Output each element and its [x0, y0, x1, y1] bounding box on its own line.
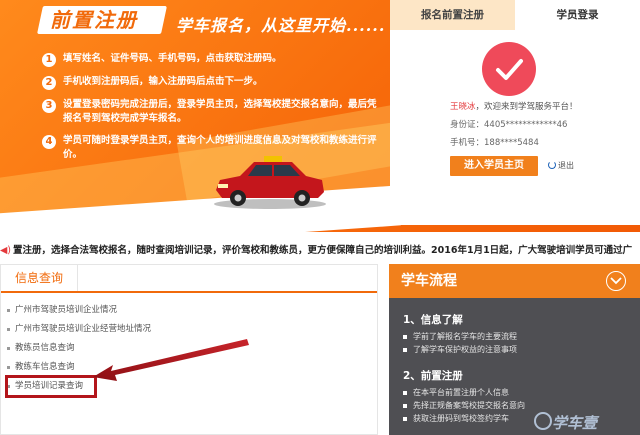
bullet-icon [403, 416, 407, 421]
bullet-icon [7, 347, 10, 350]
car-illustration [214, 156, 326, 209]
checkmark-icon [496, 59, 523, 80]
learn-process-header: 学车流程 [389, 264, 640, 298]
list-item-label: 广州市驾驶员培训企业情况 [15, 305, 118, 315]
id-value: 4405************46 [484, 120, 568, 130]
hero-title: 前置注册 [50, 8, 138, 32]
bullet-icon [7, 328, 10, 331]
list-item-label: 在本平台前置注册个人信息 [413, 388, 509, 397]
announcement-marquee: ◀) 置注册，选择合法驾校报名，随时查阅培训记录，评价驾校和教练员，更方便保障自己… [0, 238, 640, 256]
section-heading: 2、前置注册 [403, 370, 463, 382]
phone-value: 188****5484 [484, 138, 539, 148]
step-number: 3 [42, 99, 56, 113]
logout-link[interactable]: 退出 [548, 160, 574, 171]
info-query-panel: 信息查询 广州市驾驶员培训企业情况 广州市驾驶员培训企业经营地址情况 教练员信息… [0, 264, 378, 435]
bullet-icon [403, 334, 407, 339]
step-number: 4 [42, 135, 56, 149]
phone-label: 手机号： [450, 138, 485, 148]
learn-process-body: 1、信息了解 学前了解报名学车的主要流程 了解学车保护权益的注意事项 2、前置注… [389, 298, 640, 425]
announcement-text: 置注册，选择合法驾校报名，随时查阅培训记录，评价驾校和教练员，更方便保障自己的培… [13, 245, 633, 256]
info-query-tab[interactable]: 信息查询 [1, 265, 79, 291]
step-number: 1 [42, 53, 56, 67]
bullet-icon [7, 309, 10, 312]
login-body: 王晓冰，欢迎来到学驾服务平台！ 身份证：4405************46 手… [390, 30, 640, 225]
chevron-down-icon[interactable] [606, 271, 626, 291]
login-tabs: 报名前置注册 学员登录 [390, 0, 640, 30]
list-item[interactable]: 了解学车保护权益的注意事项 [403, 343, 628, 356]
bullet-icon [7, 366, 10, 369]
list-item[interactable]: 在本平台前置注册个人信息 [403, 386, 628, 399]
id-label: 身份证： [450, 120, 485, 130]
list-item-label: 了解学车保护权益的注意事项 [413, 345, 517, 354]
id-card-row: 身份证：4405************46 [450, 118, 567, 130]
bullet-icon [403, 390, 407, 395]
phone-row: 手机号：188****5484 [450, 136, 539, 148]
step-text: 填写姓名、证件号码、手机号码，点击获取注册码。 [63, 53, 282, 64]
speaker-icon: ◀) [0, 245, 12, 256]
info-query-title: 信息查询 [15, 271, 64, 285]
pointer-arrow-icon [93, 339, 249, 381]
page: 前置注册 学车报名，从这里开始...... 1 填写姓名、证件号码、手机号码，点… [0, 0, 640, 435]
highlight-box [5, 375, 97, 398]
list-item[interactable]: 广州市驾驶员培训企业情况 [7, 301, 377, 320]
bullet-icon [403, 403, 407, 408]
welcome-text: ，欢迎来到学驾服务平台！ [475, 102, 578, 112]
list-item-label: 先择正规备案驾校提交报名意向 [413, 401, 525, 410]
step-2: 2 手机收到注册码后，输入注册码后点击下一步。 [42, 75, 382, 90]
step-text: 手机收到注册码后，输入注册码后点击下一步。 [63, 76, 263, 87]
enter-student-home-button[interactable]: 进入学员主页 [450, 156, 538, 176]
watermark: 学车壹 [552, 414, 598, 432]
watermark-logo-icon [534, 412, 552, 430]
list-item[interactable]: 学前了解报名学车的主要流程 [403, 330, 628, 343]
learn-process-panel: 学车流程 1、信息了解 学前了解报名学车的主要流程 了解学车保护权益的注意事项 … [389, 264, 640, 435]
list-item[interactable]: 先择正规备案驾校提交报名意向 [403, 399, 628, 412]
hero-slogan: 学车报名，从这里开始...... [176, 16, 386, 35]
login-panel: 报名前置注册 学员登录 王晓冰，欢迎来到学驾服务平台！ 身份证：4405****… [390, 0, 640, 225]
welcome-message: 王晓冰，欢迎来到学驾服务平台！ [450, 100, 578, 112]
success-badge [482, 42, 536, 96]
step-text: 设置登录密码完成注册后，登录学员主页，选择驾校提交报名意向，最后凭报名号到驾校完… [63, 99, 377, 124]
tab-pre-registration[interactable]: 报名前置注册 [390, 0, 515, 30]
list-item-label: 获取注册码到驾校签约学车 [413, 414, 509, 423]
section-heading: 1、信息了解 [403, 314, 463, 326]
step-3: 3 设置登录密码完成注册后，登录学员主页，选择驾校提交报名意向，最后凭报名号到驾… [42, 98, 382, 126]
tab-student-login[interactable]: 学员登录 [515, 0, 640, 30]
step-number: 2 [42, 76, 56, 90]
list-item-label: 教练员信息查询 [15, 343, 75, 353]
user-name: 王晓冰 [450, 102, 476, 112]
bullet-icon [403, 347, 407, 352]
step-1: 1 填写姓名、证件号码、手机号码，点击获取注册码。 [42, 52, 382, 67]
logout-label: 退出 [558, 161, 574, 170]
info-query-header: 信息查询 [1, 265, 377, 293]
list-item-label: 学前了解报名学车的主要流程 [413, 332, 517, 341]
learn-process-title: 学车流程 [401, 273, 457, 289]
power-icon [548, 161, 556, 169]
